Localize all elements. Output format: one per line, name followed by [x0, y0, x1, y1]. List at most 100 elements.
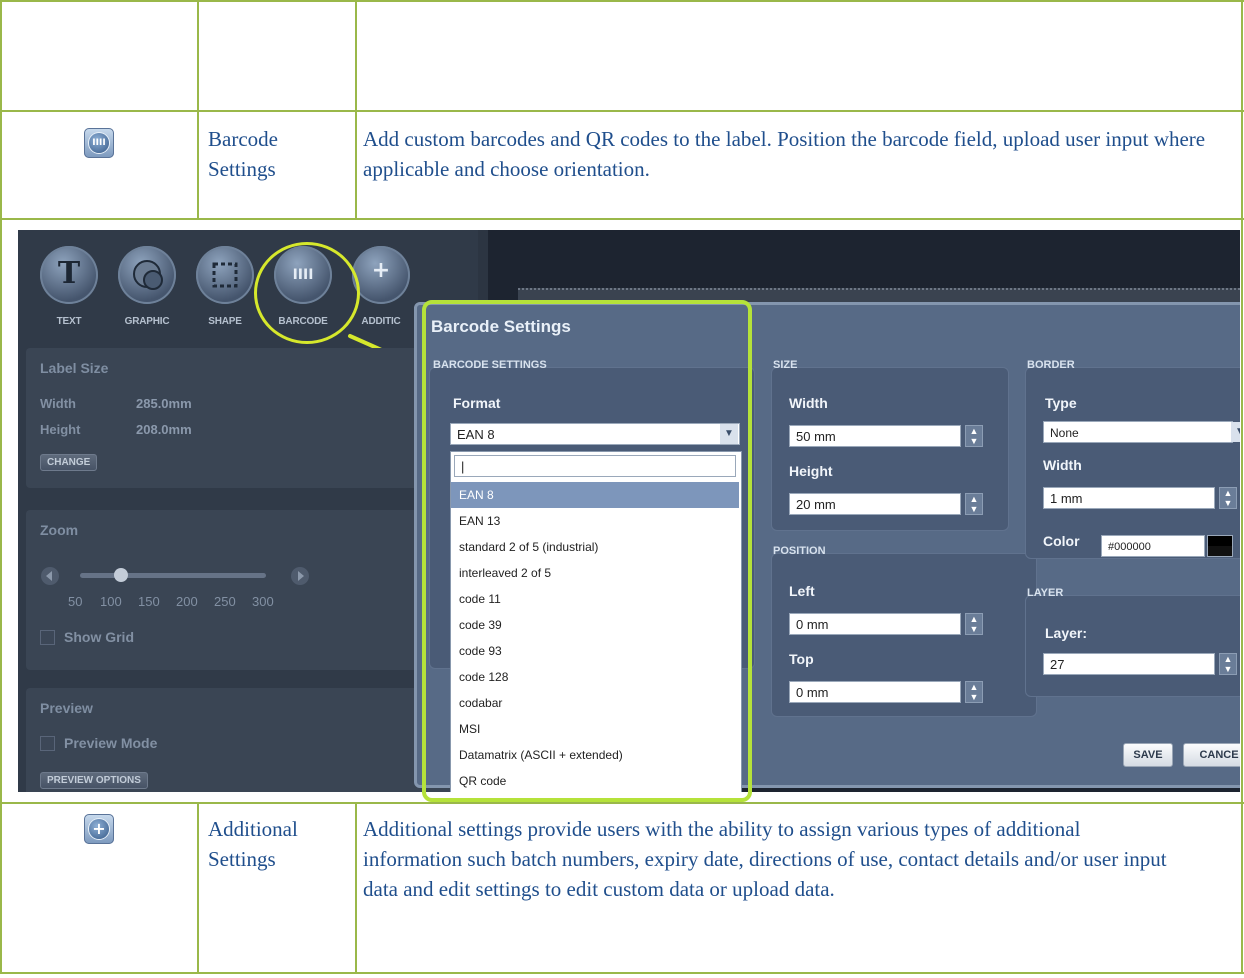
- save-button[interactable]: SAVE: [1123, 743, 1173, 767]
- border-width-input[interactable]: 1 mm: [1043, 487, 1215, 509]
- format-option[interactable]: interleaved 2 of 5: [451, 560, 739, 586]
- chevron-down-icon[interactable]: ▼: [1231, 422, 1240, 442]
- layer-input[interactable]: 27: [1043, 653, 1215, 675]
- format-label: Format: [453, 395, 501, 411]
- barcode-highlight-circle: [254, 242, 360, 344]
- border-color-swatch[interactable]: [1207, 535, 1233, 557]
- position-top-label: Top: [789, 651, 814, 667]
- label-height-label: Height: [40, 422, 81, 437]
- zoom-title: Zoom: [40, 522, 79, 538]
- border-color-label: Color: [1043, 533, 1080, 549]
- zoom-tick-200: 200: [176, 594, 198, 609]
- cancel-button[interactable]: CANCE: [1183, 743, 1240, 767]
- zoom-tick-250: 250: [214, 594, 236, 609]
- dialog-title: Barcode Settings: [431, 317, 571, 336]
- plus-glyph: +: [92, 819, 106, 838]
- graphic-tool-label: GRAPHIC: [124, 316, 170, 327]
- zoom-tick-50: 50: [68, 594, 83, 609]
- border-type-select[interactable]: None: [1043, 421, 1233, 443]
- barcode-settings-name: Barcode Settings: [208, 127, 278, 181]
- text-tool-label: TEXT: [56, 316, 82, 327]
- label-size-section: Label Size Width 285.0mm Height 208.0mm …: [26, 348, 468, 488]
- graphic-tool[interactable]: GRAPHIC: [118, 246, 180, 327]
- border-width-stepper[interactable]: ▲ ▼: [1219, 487, 1237, 509]
- size-width-input[interactable]: 50 mm: [789, 425, 961, 447]
- table-border: [355, 802, 357, 974]
- format-option[interactable]: standard 2 of 5 (industrial): [451, 534, 739, 560]
- preview-mode-checkbox[interactable]: [40, 736, 55, 751]
- size-height-label: Height: [789, 463, 833, 479]
- text-tool[interactable]: T TEXT: [40, 246, 102, 327]
- format-option[interactable]: EAN 8: [451, 482, 739, 508]
- format-option[interactable]: code 11: [451, 586, 739, 612]
- additional-tool[interactable]: + ADDITIC: [352, 246, 414, 327]
- zoom-right-icon[interactable]: [290, 566, 310, 586]
- layer-label: Layer:: [1045, 625, 1088, 641]
- format-search-input[interactable]: |: [454, 455, 736, 477]
- table-border: [197, 802, 199, 974]
- table-border: [0, 110, 1244, 112]
- format-option[interactable]: Datamatrix (ASCII + extended): [451, 742, 739, 768]
- preview-mode-label: Preview Mode: [64, 735, 158, 751]
- table-border: [0, 218, 1244, 220]
- editor-screenshot: T TEXT GRAPHIC SHAPE IIII BARCODE + ADDI…: [18, 230, 1240, 792]
- zoom-slider-thumb[interactable]: [114, 568, 128, 582]
- position-top-stepper[interactable]: ▲ ▼: [965, 681, 983, 703]
- size-height-stepper[interactable]: ▲ ▼: [965, 493, 983, 515]
- size-group-title: SIZE: [773, 359, 798, 371]
- left-panel: T TEXT GRAPHIC SHAPE IIII BARCODE + ADDI…: [18, 230, 478, 792]
- label-width-value: 285.0mm: [136, 396, 192, 411]
- format-option[interactable]: MSI: [451, 716, 739, 742]
- table-border: [0, 802, 1244, 804]
- layer-group-title: LAYER: [1027, 587, 1064, 599]
- position-left-input[interactable]: 0 mm: [789, 613, 961, 635]
- chevron-down-icon[interactable]: ▼: [720, 424, 738, 444]
- shape-tool-label: SHAPE: [208, 316, 242, 327]
- barcode-glyph: IIII: [92, 138, 106, 148]
- format-select[interactable]: EAN 8: [450, 423, 740, 445]
- preview-section: Preview Preview Mode PREVIEW OPTIONS: [26, 688, 468, 792]
- layer-group: [1025, 595, 1240, 697]
- shape-tool[interactable]: SHAPE: [196, 246, 258, 327]
- format-option[interactable]: code 39: [451, 612, 739, 638]
- barcode-settings-description: Add custom barcodes and QR codes to the …: [363, 127, 1206, 181]
- size-height-input[interactable]: 20 mm: [789, 493, 961, 515]
- size-width-label: Width: [789, 395, 828, 411]
- label-height-value: 208.0mm: [136, 422, 192, 437]
- shape-icon: [212, 262, 238, 288]
- show-grid-checkbox[interactable]: [40, 630, 55, 645]
- format-option[interactable]: code 93: [451, 638, 739, 664]
- format-option[interactable]: codabar: [451, 690, 739, 716]
- layer-stepper[interactable]: ▲ ▼: [1219, 653, 1237, 675]
- border-color-input[interactable]: #000000: [1101, 535, 1205, 557]
- size-width-stepper[interactable]: ▲ ▼: [965, 425, 983, 447]
- table-border: [197, 0, 199, 220]
- zoom-left-icon[interactable]: [40, 566, 60, 586]
- position-left-stepper[interactable]: ▲ ▼: [965, 613, 983, 635]
- position-group-title: POSITION: [773, 545, 826, 557]
- zoom-tick-100: 100: [100, 594, 122, 609]
- additional-tool-glyph: +: [371, 258, 391, 283]
- border-width-label: Width: [1043, 457, 1082, 473]
- format-option[interactable]: QR code: [451, 768, 739, 792]
- barcode-icon: IIII: [84, 128, 114, 158]
- label-size-title: Label Size: [40, 360, 109, 376]
- preview-options-button[interactable]: PREVIEW OPTIONS: [40, 772, 148, 789]
- additional-settings-name: Additional Settings: [208, 817, 298, 871]
- table-border: [1241, 0, 1243, 974]
- border-type-label: Type: [1045, 395, 1077, 411]
- table-border: [355, 0, 357, 220]
- zoom-tick-300: 300: [252, 594, 274, 609]
- zoom-tick-150: 150: [138, 594, 160, 609]
- format-dropdown: | EAN 8 EAN 13 standard 2 of 5 (industri…: [450, 451, 742, 792]
- text-tool-glyph: T: [57, 256, 81, 291]
- settings-table: IIII Barcode Settings Add custom barcode…: [0, 0, 1244, 978]
- position-top-input[interactable]: 0 mm: [789, 681, 961, 703]
- border-group-title: BORDER: [1027, 359, 1075, 371]
- change-button[interactable]: CHANGE: [40, 454, 98, 471]
- format-option[interactable]: code 128: [451, 664, 739, 690]
- zoom-slider-track[interactable]: [80, 573, 266, 578]
- table-border: [0, 0, 2, 974]
- format-option[interactable]: EAN 13: [451, 508, 739, 534]
- graphic-icon: [133, 260, 163, 290]
